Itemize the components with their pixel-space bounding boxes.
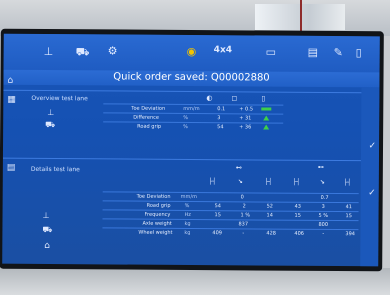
overview-row-value: 3	[217, 115, 221, 122]
detail-cell: 800	[318, 221, 329, 228]
detail-cell: 837	[238, 221, 249, 228]
detail-cell: 14	[266, 212, 273, 219]
overview-row-value-2: + 31	[239, 115, 252, 122]
overview-row-label: Toe Deviation	[131, 105, 166, 112]
wheel-toe-icon: ↘	[237, 178, 243, 186]
overview-row-value: 54	[217, 124, 224, 131]
detail-title: Details test lane	[30, 165, 80, 174]
detail-cell: 1 %	[240, 212, 251, 219]
overview-row-value: 0.1	[217, 106, 226, 113]
overview-row-label: Difference	[133, 114, 160, 121]
row-divider	[102, 209, 359, 213]
detail-icon[interactable]: ▤	[7, 163, 16, 173]
detail-row-unit: kg	[184, 220, 191, 227]
detail-cell: 0	[240, 194, 244, 201]
overview-row-unit: mm/m	[183, 105, 200, 113]
overview-row-value-2: + 0.5	[239, 106, 254, 113]
toolbar: ⊥ ⛟ ⚙ ◉ 4x4 ▭ ▤ ✎ ▯	[3, 33, 380, 73]
chevron-down-icon-2[interactable]: ✓	[368, 188, 376, 198]
right-nav	[360, 87, 380, 267]
background-floor	[0, 268, 390, 295]
detail-cell: -	[242, 230, 245, 237]
weight-icon: ⌂	[44, 240, 51, 252]
detail-cell: -	[322, 230, 325, 237]
wheel-left-icon-2: ├┤	[292, 178, 301, 186]
detail-cell: 0.7	[320, 194, 329, 201]
ok-bar	[261, 107, 272, 111]
ok-triangle-icon	[263, 115, 270, 121]
chevron-down-icon[interactable]: ✓	[368, 141, 376, 151]
detail-section: ▤ Details test lane ⊷ ⊷ ├┤ ↘ ├┤ ├┤ ↘ ├┤ …	[2, 157, 361, 267]
detail-cell: 43	[294, 203, 302, 210]
detail-cell: 3	[321, 203, 325, 210]
overview-row-unit: %	[183, 114, 189, 121]
detail-row-label: Road grip	[146, 202, 171, 209]
edit-icon[interactable]: ✎	[334, 46, 343, 59]
overview-title: Overview test lane	[31, 94, 88, 103]
settings-icon[interactable]: ⚙	[108, 44, 118, 57]
wheel-left-icon: ├┤	[208, 178, 217, 186]
row-divider	[103, 121, 284, 124]
ok-triangle-icon	[263, 124, 270, 130]
wheel-right-icon: ├┤	[264, 178, 273, 186]
detail-cell: 52	[266, 203, 274, 210]
detail-cell: 15	[294, 212, 301, 219]
battery-icon: ▯	[261, 94, 266, 103]
lane-icon: ⊥	[47, 107, 55, 118]
car-lift-icon[interactable]: ⊥	[44, 45, 54, 58]
detail-row-label: Wheel weight	[138, 229, 173, 236]
axle-icon: ⊷	[235, 164, 242, 172]
overview-row-value-2: + 36	[239, 124, 252, 131]
screen: ⊥ ⛟ ⚙ ◉ 4x4 ▭ ▤ ✎ ▯ Quick order saved: Q…	[2, 33, 380, 267]
overview-icon[interactable]: ▦	[7, 95, 16, 105]
status-bar: Quick order saved: Q00002880	[3, 69, 380, 88]
detail-cell: 394	[345, 231, 355, 238]
car-icon-small: ⛟	[45, 119, 56, 130]
detail-row-unit: %	[184, 202, 190, 209]
trash-icon[interactable]: ▯	[356, 46, 362, 59]
row-divider	[103, 112, 284, 115]
home-icon[interactable]: ⌂	[7, 76, 13, 86]
detail-cell: 15	[345, 213, 352, 220]
printer-icon[interactable]: ▭	[266, 46, 276, 59]
detail-row-unit: kg	[184, 229, 191, 236]
car-icon-small: ⛟	[42, 224, 53, 235]
detail-row-label: Axle weight	[142, 220, 172, 227]
detail-cell: 41	[345, 204, 353, 211]
overview-row-unit: %	[183, 123, 188, 130]
detail-row-label: Toe Deviation	[136, 193, 171, 200]
detail-cell: 15	[214, 212, 221, 219]
mode-label[interactable]: 4x4	[214, 44, 232, 56]
lane-icon: ⊥	[42, 210, 50, 221]
wheel-right-icon-2: ├┤	[343, 179, 352, 187]
monitor-icon[interactable]: ▤	[308, 46, 318, 59]
detail-cell: 54	[214, 203, 222, 210]
target-icon[interactable]: ◉	[187, 45, 197, 58]
tire-icon: ◐	[206, 94, 213, 103]
detail-row-unit: mm/m	[180, 193, 197, 201]
detail-row-label: Frequency	[144, 211, 171, 218]
overview-section: ▦ Overview test lane ⊥ ⛟ ◐ ◻ ▯ Toe Devia…	[3, 89, 362, 149]
detail-cell: 5 %	[318, 212, 329, 219]
detail-cell: 409	[212, 230, 222, 237]
status-message: Quick order saved: Q00002880	[113, 71, 270, 84]
detail-cell: 406	[294, 230, 304, 237]
detail-cell: 428	[266, 230, 276, 237]
ok-icon: ◻	[231, 94, 238, 103]
overview-row-label: Road grip	[137, 123, 162, 130]
car-icon[interactable]: ⛟	[76, 45, 90, 58]
axle-icon-2: ⊷	[317, 163, 324, 171]
wheel-toe-icon-2: ↘	[319, 178, 325, 186]
detail-cell: 2	[242, 203, 246, 210]
detail-row-unit: Hz	[184, 211, 191, 219]
